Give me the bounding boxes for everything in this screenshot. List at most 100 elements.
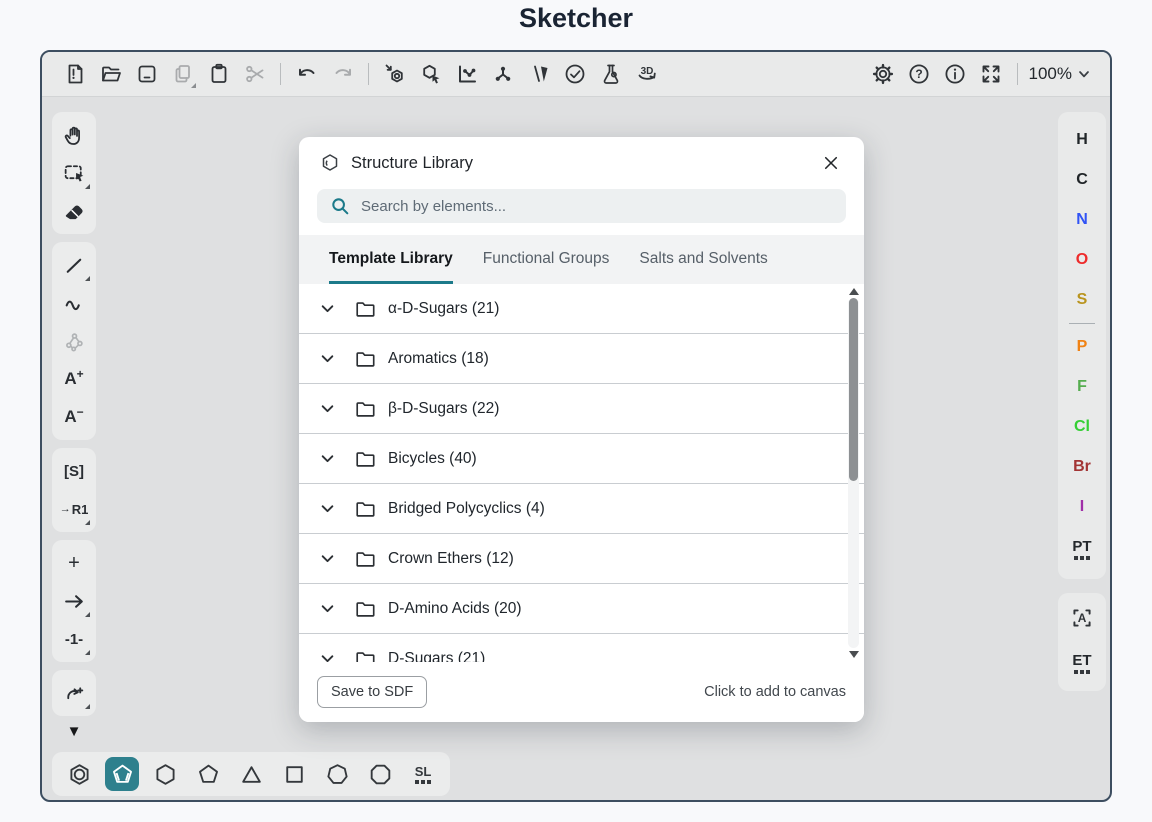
sketcher-app: 3D: [40, 50, 1112, 802]
atom-minus-button[interactable]: A−: [55, 398, 93, 436]
copy-button[interactable]: [166, 58, 199, 91]
redo-button[interactable]: [326, 58, 359, 91]
chevron-down-icon: [317, 498, 338, 519]
library-folder-row[interactable]: D-Sugars (21): [299, 634, 864, 662]
curved-arrow-button[interactable]: [55, 674, 93, 712]
ring-cyclopropane-button[interactable]: [234, 757, 268, 791]
fullscreen-icon: [979, 62, 1003, 86]
info-button[interactable]: [939, 58, 972, 91]
element-H-button[interactable]: H: [1058, 120, 1106, 160]
element-O-button[interactable]: O: [1058, 240, 1106, 280]
atom-plus-button[interactable]: A+: [55, 360, 93, 398]
bond-button[interactable]: [55, 246, 93, 284]
pan-button[interactable]: [55, 116, 93, 154]
rgroup-label: R1: [72, 502, 89, 517]
element-P-button[interactable]: P: [1058, 327, 1106, 367]
library-folder-row[interactable]: β-D-Sugars (22): [299, 384, 864, 434]
tab-template-library[interactable]: Template Library: [329, 235, 453, 284]
element-S-button[interactable]: S: [1058, 280, 1106, 320]
ring-benzene-button[interactable]: [62, 757, 96, 791]
redo-icon: [331, 62, 355, 86]
tool-group-navigate: [52, 112, 96, 234]
element-C-button[interactable]: C: [1058, 160, 1106, 200]
gear-icon: [871, 62, 895, 86]
save-to-sdf-button[interactable]: Save to SDF: [317, 676, 427, 708]
dialog-tabs: Template Library Functional Groups Salts…: [299, 235, 864, 284]
template-molecule-button[interactable]: [55, 322, 93, 360]
erase-button[interactable]: [55, 192, 93, 230]
branch-molecule-button[interactable]: [486, 58, 519, 91]
element-Br-button[interactable]: Br: [1058, 447, 1106, 487]
new-document-button[interactable]: [58, 58, 91, 91]
reaction-arrow-button[interactable]: [55, 582, 93, 620]
periodic-table-button[interactable]: PT: [1072, 527, 1091, 571]
fullscreen-button[interactable]: [975, 58, 1008, 91]
library-list: α-D-Sugars (21) Aromatics (18) β-D-Sugar…: [299, 284, 864, 662]
undo-button[interactable]: [290, 58, 323, 91]
cut-button[interactable]: [238, 58, 271, 91]
ring-cyclobutane-button[interactable]: [277, 757, 311, 791]
library-folder-row[interactable]: D-Amino Acids (20): [299, 584, 864, 634]
ring-cycloheptane-button[interactable]: [320, 757, 354, 791]
cyclopentadiene-icon: [109, 761, 136, 788]
element-N-button[interactable]: N: [1058, 200, 1106, 240]
save-button[interactable]: [130, 58, 163, 91]
tab-salts-and-solvents[interactable]: Salts and Solvents: [639, 235, 767, 284]
view-3d-button[interactable]: 3D: [630, 58, 663, 91]
ring-cyclohexane-button[interactable]: [148, 757, 182, 791]
cyclohexane-icon: [152, 761, 179, 788]
more-tools-button[interactable]: ▼: [67, 724, 82, 739]
sgroup-button[interactable]: [S]: [55, 452, 93, 490]
library-folder-row[interactable]: Bridged Polycyclics (4): [299, 484, 864, 534]
charge-tool-button[interactable]: -1-: [55, 620, 93, 658]
chain-button[interactable]: [55, 284, 93, 322]
page-title: Sketcher: [0, 0, 1152, 36]
settings-button[interactable]: [867, 58, 900, 91]
tool-group-groups: [S] → R1: [52, 448, 96, 532]
inspect-structure-button[interactable]: [414, 58, 447, 91]
element-panel: H C N O S P F Cl Br I PT: [1058, 112, 1106, 691]
scroll-up-button[interactable]: [849, 288, 859, 295]
extended-table-button[interactable]: ET: [1072, 641, 1091, 685]
hexagon-cursor-icon: [419, 62, 443, 86]
search-input[interactable]: [361, 198, 834, 215]
ring-cyclopentane-button[interactable]: [191, 757, 225, 791]
chain-icon: [62, 291, 87, 316]
close-button[interactable]: [818, 150, 844, 176]
folder-icon: [354, 548, 376, 570]
molecule-nodes-icon: [62, 329, 87, 354]
scrollbar-thumb[interactable]: [849, 298, 858, 481]
zoom-dropdown[interactable]: 100%: [1027, 60, 1094, 88]
library-folder-row[interactable]: Bicycles (40): [299, 434, 864, 484]
analysis-chart-button[interactable]: [450, 58, 483, 91]
select-button[interactable]: [55, 154, 93, 192]
check-circle-icon: [563, 62, 587, 86]
branch-molecule-icon: [491, 62, 515, 86]
tab-functional-groups[interactable]: Functional Groups: [483, 235, 610, 284]
folder-label: α-D-Sugars (21): [388, 300, 499, 318]
structure-library-button[interactable]: SL: [406, 757, 440, 791]
help-button[interactable]: ?: [903, 58, 936, 91]
element-Cl-button[interactable]: Cl: [1058, 407, 1106, 447]
library-folder-row[interactable]: α-D-Sugars (21): [299, 284, 864, 334]
wedge-bond-button[interactable]: [522, 58, 555, 91]
element-I-button[interactable]: I: [1058, 487, 1106, 527]
charge-plus-button[interactable]: +: [55, 544, 93, 582]
rgroup-button[interactable]: → R1: [55, 490, 93, 528]
folder-label: β-D-Sugars (22): [388, 400, 499, 418]
atom-query-button[interactable]: A: [1063, 599, 1101, 637]
scroll-down-button[interactable]: [849, 651, 859, 658]
library-folder-row[interactable]: Crown Ethers (12): [299, 534, 864, 584]
element-F-button[interactable]: F: [1058, 367, 1106, 407]
flask-button[interactable]: [594, 58, 627, 91]
ring-cyclopentadiene-button[interactable]: [105, 757, 139, 791]
library-folder-row[interactable]: Aromatics (18): [299, 334, 864, 384]
paste-button[interactable]: [202, 58, 235, 91]
et-dots-icon: [1074, 670, 1090, 674]
folder-label: D-Amino Acids (20): [388, 600, 522, 618]
chart-molecule-icon: [455, 62, 479, 86]
validate-button[interactable]: [558, 58, 591, 91]
ring-cyclooctane-button[interactable]: [363, 757, 397, 791]
import-structure-button[interactable]: [378, 58, 411, 91]
open-button[interactable]: [94, 58, 127, 91]
